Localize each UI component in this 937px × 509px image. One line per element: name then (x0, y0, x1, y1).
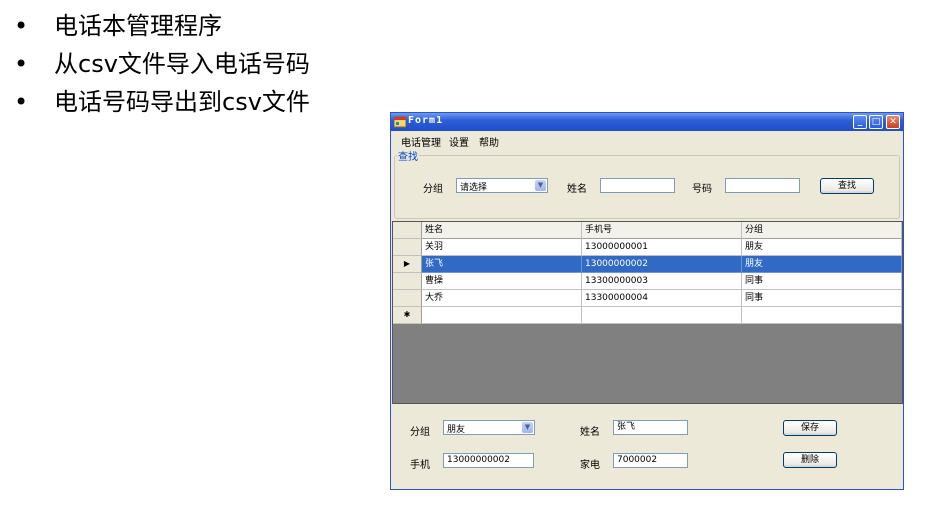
contacts-grid: 姓名 手机号 分组 关羽 13000000001 朋友 ▶ 张飞 1300000… (392, 221, 903, 404)
search-name-label: 姓名 (567, 184, 587, 195)
cell-phone[interactable]: 13000000002 (582, 256, 742, 273)
grid-corner (393, 222, 422, 239)
cell-name[interactable] (422, 307, 582, 324)
bullet-marker: • (14, 50, 29, 78)
row-header[interactable] (393, 239, 422, 256)
chevron-down-icon[interactable]: ▼ (535, 180, 546, 191)
column-header-name[interactable]: 姓名 (422, 222, 582, 239)
search-name-input[interactable] (600, 178, 675, 193)
detail-name-label: 姓名 (580, 427, 600, 438)
close-button[interactable]: ✕ (886, 115, 900, 129)
detail-group-label: 分组 (410, 427, 430, 438)
search-number-label: 号码 (692, 184, 712, 195)
cell-group[interactable] (742, 307, 902, 324)
column-header-group[interactable]: 分组 (742, 222, 902, 239)
search-group-combo[interactable]: 请选择 ▼ (456, 178, 548, 193)
search-number-input[interactable] (725, 178, 800, 193)
detail-group-combo[interactable]: 朋友 ▼ (443, 420, 535, 435)
search-group-label: 分组 (423, 184, 443, 195)
table-row[interactable]: 关羽 13000000001 朋友 (393, 239, 902, 256)
detail-group-value: 朋友 (447, 425, 466, 435)
title-bar[interactable]: Form1 _ □ ✕ (391, 113, 903, 131)
column-header-phone[interactable]: 手机号 (582, 222, 742, 239)
bullet-marker: • (14, 88, 29, 116)
cell-phone[interactable] (582, 307, 742, 324)
menu-phone-management[interactable]: 电话管理 (401, 134, 441, 149)
cell-phone[interactable]: 13300000004 (582, 290, 742, 307)
menu-bar: 电话管理 设置 帮助 (391, 131, 903, 149)
form1-window: Form1 _ □ ✕ 电话管理 设置 帮助 查找 分组 请选择 ▼ 姓名 号码… (390, 112, 904, 490)
table-row-selected[interactable]: ▶ 张飞 13000000002 朋友 (393, 256, 902, 273)
search-group-title: 查找 (397, 148, 419, 163)
delete-button[interactable]: 删除 (783, 452, 837, 468)
grid-header-row: 姓名 手机号 分组 (393, 222, 902, 239)
table-row[interactable]: 曹操 13300000003 同事 (393, 273, 902, 290)
search-button[interactable]: 查找 (820, 178, 874, 194)
search-group-value: 请选择 (460, 183, 488, 193)
window-title: Form1 (408, 115, 444, 126)
detail-home-input[interactable]: 7000002 (613, 453, 688, 468)
minimize-button[interactable]: _ (853, 115, 867, 129)
table-row-new[interactable]: ✱ (393, 307, 902, 324)
bullet-text: 电话本管理程序 (54, 12, 222, 40)
bullet-text: 从csv文件导入电话号码 (54, 50, 310, 78)
cell-phone[interactable]: 13300000003 (582, 273, 742, 290)
row-header[interactable] (393, 273, 422, 290)
current-row-indicator-icon[interactable]: ▶ (393, 256, 422, 273)
cell-group[interactable]: 朋友 (742, 239, 902, 256)
menu-settings[interactable]: 设置 (449, 134, 469, 149)
detail-mobile-label: 手机 (410, 460, 430, 471)
row-header[interactable] (393, 290, 422, 307)
bullet-marker: • (14, 12, 29, 40)
cell-group[interactable]: 同事 (742, 290, 902, 307)
cell-name[interactable]: 关羽 (422, 239, 582, 256)
detail-home-label: 家电 (580, 460, 600, 471)
table-row[interactable]: 大乔 13300000004 同事 (393, 290, 902, 307)
new-row-asterisk-icon[interactable]: ✱ (393, 307, 422, 324)
bullet-text: 电话号码导出到csv文件 (54, 88, 310, 116)
cell-name[interactable]: 曹操 (422, 273, 582, 290)
cell-name[interactable]: 张飞 (422, 256, 582, 273)
menu-help[interactable]: 帮助 (479, 134, 499, 149)
chevron-down-icon[interactable]: ▼ (522, 422, 533, 433)
maximize-button[interactable]: □ (869, 115, 883, 129)
detail-mobile-input[interactable]: 13000000002 (443, 453, 534, 468)
cell-group[interactable]: 同事 (742, 273, 902, 290)
form-app-icon (393, 116, 407, 128)
detail-name-input[interactable]: 张飞 (613, 420, 688, 435)
save-button[interactable]: 保存 (783, 420, 837, 436)
cell-phone[interactable]: 13000000001 (582, 239, 742, 256)
cell-name[interactable]: 大乔 (422, 290, 582, 307)
cell-group[interactable]: 朋友 (742, 256, 902, 273)
